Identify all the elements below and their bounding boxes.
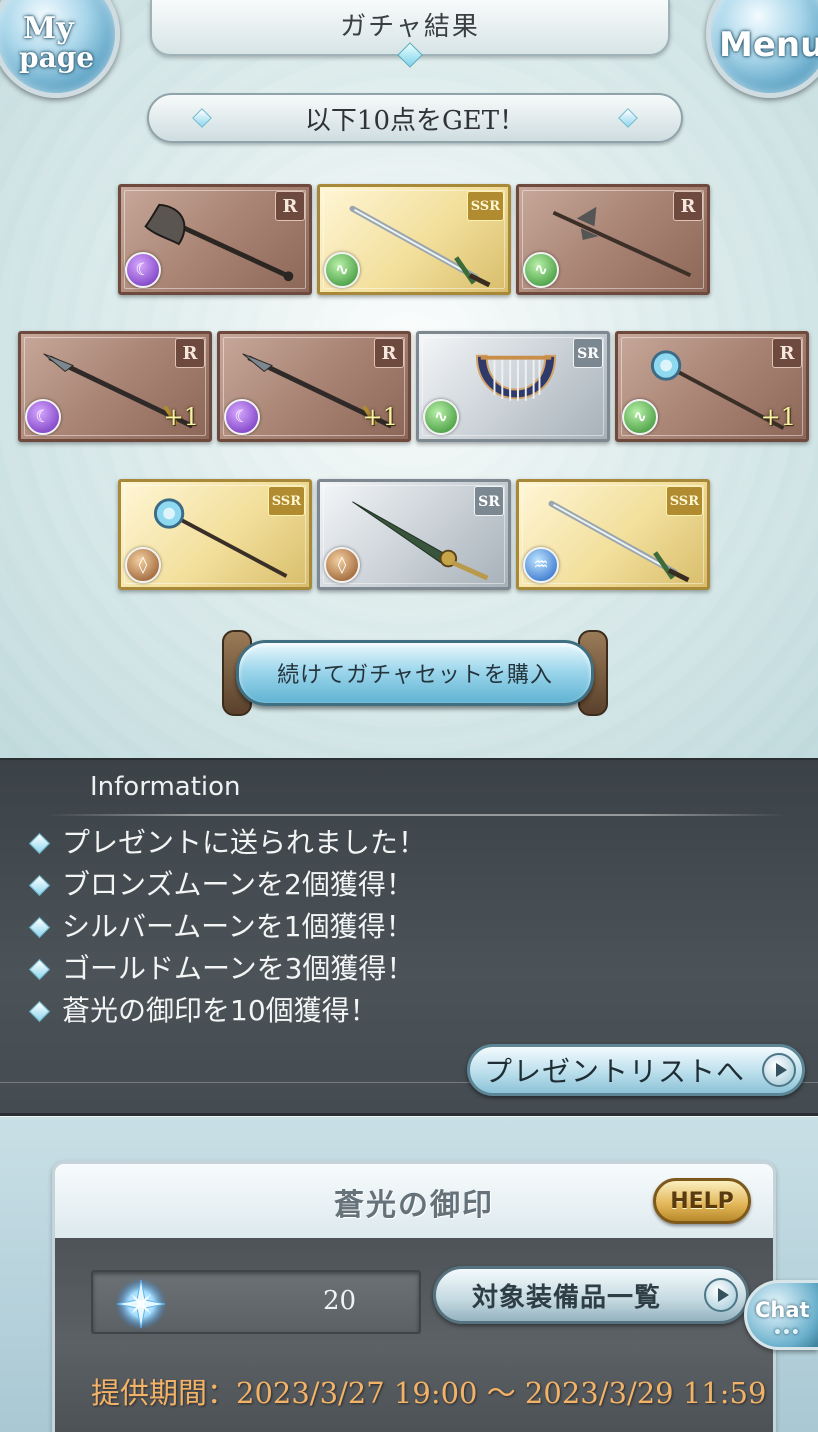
rarity-badge: R (772, 338, 802, 368)
information-line: ブロンズムーンを2個獲得！ (24, 864, 426, 906)
information-line-text: 蒼光の御印を10個獲得！ (62, 994, 378, 1027)
divider (46, 814, 786, 816)
item-card-r[interactable]: R ☾ (118, 184, 312, 295)
wind-element-icon: ∿ (324, 252, 360, 288)
mypage-label-2: page (19, 41, 95, 74)
item-card-r[interactable]: R ☾ +1 (18, 331, 212, 442)
information-line: プレゼントに送られました！ (24, 822, 426, 864)
dagger-icon (352, 501, 489, 581)
header-gem-icon (397, 42, 423, 68)
present-list-button[interactable]: プレゼントリストへ (467, 1044, 805, 1096)
rarity-badge: SR (474, 486, 504, 516)
lower-area: 蒼光の御印 HELP 20 対象装備品一覧 提供期間：2023/3/27 19:… (0, 1117, 818, 1432)
target-equipment-list-button[interactable]: 対象装備品一覧 (433, 1266, 749, 1324)
information-line-text: ブロンズムーンを2個獲得！ (62, 868, 414, 901)
seal-panel-body: 20 対象装備品一覧 提供期間：2023/3/27 19:00 〜 2023/3… (55, 1238, 773, 1432)
item-card-ssr[interactable]: SSR ♒ (516, 479, 710, 590)
information-line: ゴールドムーンを3個獲得！ (24, 948, 426, 990)
get-banner: 以下10点をGET！ (147, 93, 683, 143)
information-panel: Information プレゼントに送られました！ ブロンズムーンを2個獲得！ … (0, 758, 818, 1116)
rarity-badge: SR (573, 338, 603, 368)
gacha-result-area: ガチャ結果 My page Menu 以下10点をGET！ R ☾ SSR ∿ R ∿… (0, 0, 818, 758)
diamond-icon (28, 832, 51, 855)
information-line-text: プレゼントに送られました！ (62, 826, 427, 859)
item-card-r[interactable]: R ☾ +1 (217, 331, 411, 442)
information-line: 蒼光の御印を10個獲得！ (24, 990, 426, 1032)
offer-period: 提供期間：2023/3/27 19:00 〜 2023/3/29 11:59 (91, 1376, 767, 1410)
rarity-badge: R (275, 191, 305, 221)
item-card-sr[interactable]: SR ◊ (317, 479, 511, 590)
earth-element-icon: ◊ (125, 547, 161, 583)
item-card-sr[interactable]: SR ∿ (416, 331, 610, 442)
information-line: シルバームーンを1個獲得！ (24, 906, 426, 948)
continue-gacha-button-body: 続けてガチャセットを購入 (236, 640, 594, 706)
wind-element-icon: ∿ (622, 399, 658, 435)
seal-count-box: 20 (91, 1270, 421, 1334)
rarity-badge: R (673, 191, 703, 221)
information-list: プレゼントに送られました！ ブロンズムーンを2個獲得！ シルバームーンを1個獲得… (24, 822, 426, 1032)
rarity-badge: R (374, 338, 404, 368)
item-card-ssr[interactable]: SSR ∿ (317, 184, 511, 295)
seal-panel-header: 蒼光の御印 HELP (55, 1164, 773, 1238)
plus-bonus: +1 (163, 403, 199, 431)
rarity-badge: SSR (466, 191, 504, 221)
diamond-icon (618, 108, 638, 128)
get-banner-text: 以下10点をGET！ (304, 105, 526, 136)
information-line-text: ゴールドムーンを3個獲得！ (62, 952, 415, 985)
continue-gacha-button[interactable]: 続けてガチャセットを購入 (222, 630, 608, 716)
diamond-icon (28, 874, 51, 897)
diamond-icon (192, 108, 212, 128)
information-line-text: シルバームーンを1個獲得！ (62, 910, 414, 943)
wind-element-icon: ∿ (423, 399, 459, 435)
continue-gacha-label: 続けてガチャセットを購入 (277, 663, 553, 688)
rarity-badge: R (175, 338, 205, 368)
earth-element-icon: ◊ (324, 547, 360, 583)
header-bar: ガチャ結果 (150, 0, 670, 68)
chevron-right-icon (704, 1278, 738, 1312)
rarity-badge: SSR (267, 486, 305, 516)
dark-element-icon: ☾ (25, 399, 61, 435)
mypage-button[interactable]: My page (0, 0, 120, 98)
harp-icon (475, 354, 557, 401)
seal-count: 20 (323, 1286, 357, 1316)
help-button[interactable]: HELP (653, 1178, 751, 1224)
menu-label: Menu (719, 25, 818, 65)
diamond-icon (28, 1000, 51, 1023)
dark-element-icon: ☾ (224, 399, 260, 435)
page-title: ガチャ結果 (340, 11, 480, 42)
diamond-icon (28, 916, 51, 939)
target-equipment-label: 対象装備品一覧 (472, 1282, 662, 1313)
present-list-label: プレゼントリストへ (484, 1055, 746, 1088)
item-card-r[interactable]: R ∿ (516, 184, 710, 295)
plus-bonus: +1 (760, 403, 796, 431)
wind-element-icon: ∿ (523, 252, 559, 288)
water-element-icon: ♒ (523, 547, 559, 583)
dark-element-icon: ☾ (125, 252, 161, 288)
menu-button[interactable]: Menu (706, 0, 818, 98)
axe-icon (144, 203, 294, 282)
seal-crystal-icon (115, 1278, 167, 1330)
plus-bonus: +1 (362, 403, 398, 431)
item-card-r[interactable]: R ∿ +1 (615, 331, 809, 442)
item-card-ssr[interactable]: SSR ◊ (118, 479, 312, 590)
rarity-badge: SSR (665, 486, 703, 516)
halberd-icon (552, 206, 692, 278)
chat-dots: ••• (773, 1325, 800, 1341)
chat-label: Chat (755, 1298, 810, 1322)
chat-button[interactable]: Chat ••• (744, 1280, 818, 1350)
chevron-right-icon (762, 1053, 796, 1087)
diamond-icon (28, 958, 51, 981)
information-title: Information (90, 772, 241, 802)
seal-panel: 蒼光の御印 HELP 20 対象装備品一覧 提供期間：2023/3/27 19:… (52, 1161, 776, 1432)
